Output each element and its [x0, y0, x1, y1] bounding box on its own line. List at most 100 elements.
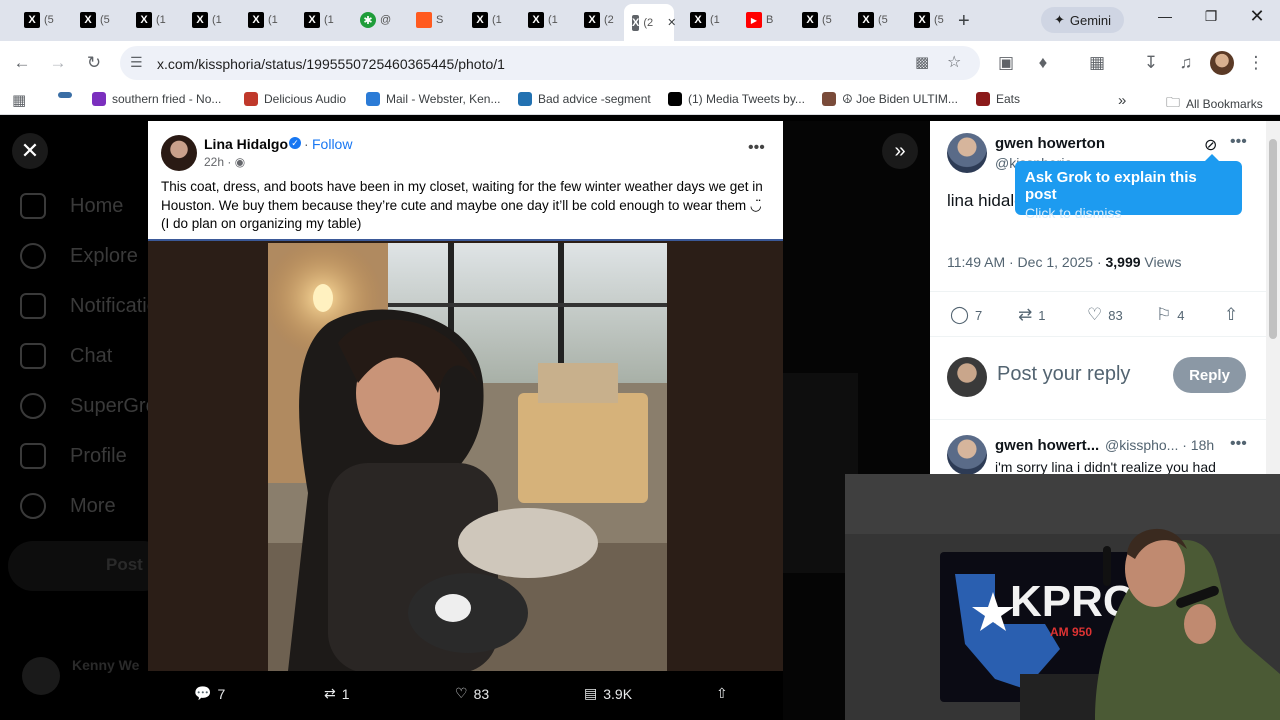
tab-search-icon[interactable]: ▦: [1085, 51, 1109, 75]
all-bookmarks[interactable]: 🗀 All Bookmarks: [1166, 92, 1263, 116]
post-button[interactable]: Post: [8, 541, 168, 591]
gemini-button[interactable]: ✦ Gemini: [1041, 7, 1124, 33]
browser-tab[interactable]: S: [404, 8, 456, 32]
reply-button[interactable]: ◯ 7: [950, 305, 982, 325]
scrollbar[interactable]: [1266, 121, 1280, 481]
close-tab-icon[interactable]: ✕: [667, 16, 676, 29]
scrollbar-thumb[interactable]: [1269, 139, 1277, 339]
browser-tab[interactable]: X (1: [236, 8, 288, 32]
more-bookmarks-icon[interactable]: »: [1118, 92, 1126, 109]
expand-panel-button[interactable]: »: [882, 133, 918, 169]
author-name[interactable]: gwen howerton: [995, 135, 1105, 152]
back-button[interactable]: ←: [10, 51, 34, 75]
tab-label: (1: [492, 14, 502, 26]
photo-repost-button[interactable]: ⇄ 1: [324, 685, 350, 702]
share-button[interactable]: ⇧: [1224, 305, 1238, 325]
x-logo-icon: X: [248, 12, 264, 28]
address-bar[interactable]: ☰ x.com/kissphoria/status/19955507254603…: [120, 46, 980, 80]
browser-tab[interactable]: ✱ @: [348, 8, 400, 32]
browser-tab[interactable]: X (5: [902, 8, 954, 32]
grok-tooltip-dismiss: Click to dismiss: [1025, 205, 1122, 221]
tweet-timestamp[interactable]: 11:49 AM · Dec 1, 2025 ·: [947, 254, 1106, 270]
youtube-icon: ▶: [746, 12, 762, 28]
browser-tab[interactable]: X (1: [460, 8, 512, 32]
reply-author-handle[interactable]: @kisspho... · 18h: [1105, 437, 1214, 453]
bookmark-item[interactable]: southern fried - No...: [92, 92, 221, 106]
sidebar-item-supergrok[interactable]: SuperGrok: [20, 393, 167, 419]
browser-tab[interactable]: X (1: [292, 8, 344, 32]
x-logo-icon: X: [584, 12, 600, 28]
puzzle-icon[interactable]: ♦: [1031, 51, 1055, 75]
browser-tab[interactable]: X (5: [790, 8, 842, 32]
bookmark-label: Mail - Webster, Ken...: [386, 92, 501, 106]
bookmark-folder-icon[interactable]: [58, 92, 72, 98]
photo-reply-button[interactable]: 💬 7: [194, 685, 225, 702]
bookmark-item[interactable]: Bad advice -segment: [518, 92, 651, 106]
sidebar-item-home[interactable]: Home: [20, 193, 123, 219]
grok-tooltip[interactable]: Ask Grok to explain this post Click to d…: [1015, 154, 1242, 221]
bookmark-item[interactable]: Mail - Webster, Ken...: [366, 92, 501, 106]
tab-label: (1: [212, 14, 222, 26]
profile-avatar[interactable]: [1210, 51, 1234, 75]
repost-icon: ⇄: [324, 685, 336, 701]
install-app-icon[interactable]: ▩: [915, 53, 929, 71]
browser-tab[interactable]: X (5: [846, 8, 898, 32]
extension-icon[interactable]: ▣: [994, 51, 1018, 75]
site-settings-icon[interactable]: ☰: [130, 54, 143, 71]
apps-grid-icon[interactable]: ▦: [12, 91, 26, 109]
photo-share-button[interactable]: ⇧: [716, 685, 728, 702]
browser-tab[interactable]: X (2: [572, 8, 624, 32]
account-avatar[interactable]: [22, 657, 60, 695]
close-window-button[interactable]: ✕: [1242, 6, 1272, 27]
bookmark-item[interactable]: Eats: [976, 92, 1020, 106]
chrome-menu-icon[interactable]: ⋮: [1244, 51, 1268, 75]
reply-submit-button[interactable]: Reply: [1173, 357, 1246, 393]
reload-button[interactable]: ↻: [82, 51, 106, 75]
browser-tab[interactable]: X (5: [12, 8, 64, 32]
more-options-icon[interactable]: •••: [1230, 133, 1247, 151]
sidebar-item-more[interactable]: More: [20, 493, 116, 519]
photo-like-button[interactable]: ♡ 83: [455, 685, 489, 702]
reply-more-icon[interactable]: •••: [1230, 435, 1247, 453]
bookmark-label: (1) Media Tweets by...: [688, 92, 805, 106]
browser-tab[interactable]: X (5: [68, 8, 120, 32]
like-button[interactable]: ♡ 83: [1087, 305, 1123, 325]
repost-icon: ⇄: [1018, 305, 1033, 324]
download-icon[interactable]: ↧: [1139, 51, 1163, 75]
bookmark-favicon-icon: [366, 92, 380, 106]
bookmark-star-icon[interactable]: ☆: [947, 52, 961, 72]
sidebar-item-profile[interactable]: Profile: [20, 443, 127, 469]
grok-icon[interactable]: ⊘: [1204, 135, 1217, 155]
bookmark-button[interactable]: ⚐ 4: [1156, 305, 1184, 325]
browser-tab[interactable]: X (1: [180, 8, 232, 32]
photo-views-button[interactable]: ▤ 3.9K: [584, 685, 632, 702]
browser-tab[interactable]: X (1: [124, 8, 176, 32]
forward-button[interactable]: →: [46, 51, 70, 75]
reply-author-avatar[interactable]: [947, 435, 987, 475]
reply-input[interactable]: Post your reply: [997, 363, 1130, 386]
browser-tab[interactable]: X (1: [678, 8, 730, 32]
media-control-icon[interactable]: ♫: [1174, 51, 1198, 75]
bookmark-item[interactable]: Delicious Audio: [244, 92, 346, 106]
post-photo[interactable]: Lina Hidalgo ✓ · Follow 22h · ◉ ••• This…: [148, 121, 783, 671]
restore-button[interactable]: ❐: [1196, 8, 1226, 25]
sidebar-item-explore[interactable]: Explore: [20, 243, 138, 269]
facebook-avatar: [161, 135, 197, 171]
browser-tab[interactable]: ▶ B: [734, 8, 786, 32]
x-logo-icon: X: [472, 12, 488, 28]
browser-tab[interactable]: X (1: [516, 8, 568, 32]
bookmark-item[interactable]: ☮ Joe Biden ULTIM...: [822, 92, 958, 106]
repost-button[interactable]: ⇄ 1: [1018, 305, 1045, 325]
new-tab-button[interactable]: +: [958, 10, 970, 33]
sidebar-item-chat[interactable]: Chat: [20, 343, 112, 369]
photo-illustration: [268, 243, 667, 671]
reply-author-name[interactable]: gwen howert...: [995, 437, 1099, 454]
close-viewer-button[interactable]: ✕: [12, 133, 48, 169]
x-logo-icon: X: [192, 12, 208, 28]
bookmark-item[interactable]: (1) Media Tweets by...: [668, 92, 805, 106]
url-text: x.com/kissphoria/status/1995550725460365…: [157, 56, 505, 72]
author-avatar[interactable]: [947, 133, 987, 173]
search-icon: [20, 243, 46, 269]
minimize-button[interactable]: —: [1150, 8, 1180, 24]
browser-tab[interactable]: X (2 ✕: [624, 4, 676, 41]
